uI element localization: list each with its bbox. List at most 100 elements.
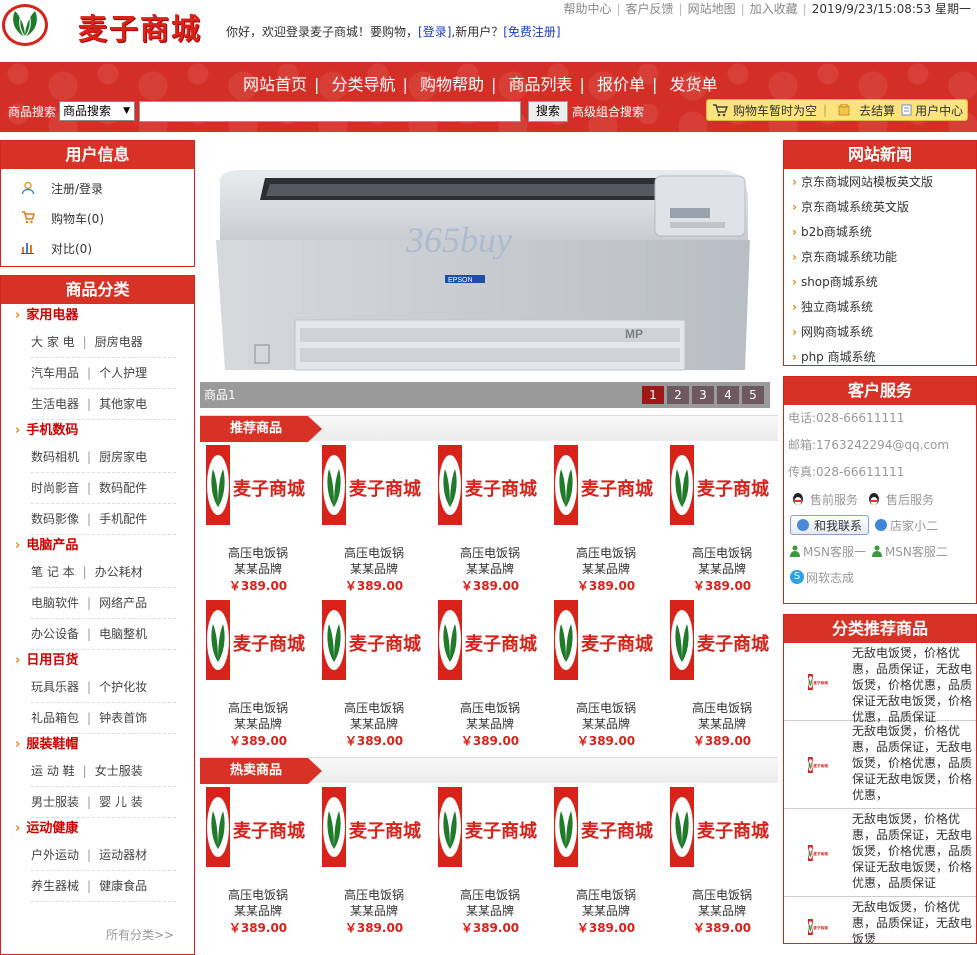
subcategory-link[interactable]: 笔 记 本 xyxy=(31,565,75,579)
product-image[interactable]: 麦子商城 xyxy=(206,600,306,680)
recommend-item-image[interactable]: 麦子商城 xyxy=(784,811,852,894)
subcategory-link[interactable]: 办公设备 xyxy=(31,627,79,641)
product-card[interactable]: 麦子商城 高压电饭锅 某某品牌 ￥389.00 xyxy=(664,596,780,751)
product-name[interactable]: 高压电饭锅 xyxy=(548,887,664,903)
product-name[interactable]: 高压电饭锅 xyxy=(200,700,316,716)
contact-me-button[interactable]: 和我联系 xyxy=(790,515,870,535)
recommend-item-text[interactable]: 无敌电饭煲，价格优惠，品质保证，无敌电饭煲，价格优惠，品质保证无敌电饭煲，价格优… xyxy=(852,811,976,894)
subcategory-link[interactable]: 运 动 鞋 xyxy=(31,764,75,778)
msn-service-1-link[interactable]: MSN客服一 xyxy=(803,543,866,560)
nav-home[interactable]: 网站首页 xyxy=(236,75,314,94)
aftersale-link[interactable]: 售后服务 xyxy=(886,491,934,508)
login-register-item[interactable]: 注册/登录 xyxy=(1,173,194,203)
product-image[interactable]: 麦子商城 xyxy=(670,787,770,867)
product-card[interactable]: 麦子商城 高压电饭锅 某某品牌 ￥389.00 xyxy=(316,441,432,596)
banner-page-3[interactable]: 3 xyxy=(692,386,714,404)
product-name[interactable]: 高压电饭锅 xyxy=(664,545,780,561)
logo-text[interactable]: 麦子商城 xyxy=(78,6,202,48)
product-image[interactable]: 麦子商城 xyxy=(438,600,538,680)
subcategory-link[interactable]: 大 家 电 xyxy=(31,335,75,349)
logo-icon[interactable] xyxy=(2,4,48,46)
product-name[interactable]: 高压电饭锅 xyxy=(548,545,664,561)
product-card[interactable]: 麦子商城 高压电饭锅 某某品牌 ￥389.00 xyxy=(548,441,664,596)
subcategory-link[interactable]: 礼品箱包 xyxy=(31,711,79,725)
product-name[interactable]: 高压电饭锅 xyxy=(432,887,548,903)
recommend-item[interactable]: 麦子商城 无敌电饭煲，价格优惠，品质保证，无敌电饭煲 xyxy=(784,897,976,943)
recommend-item-image[interactable]: 麦子商城 xyxy=(784,645,852,718)
help-center-link[interactable]: 帮助中心 xyxy=(563,2,611,16)
news-item[interactable]: › 独立商城系统 xyxy=(784,295,976,320)
product-card[interactable]: 麦子商城 高压电饭锅 某某品牌 ￥389.00 xyxy=(548,783,664,938)
shop-assistant-link[interactable]: 店家小二 xyxy=(890,517,938,534)
subcategory-link[interactable]: 玩具乐器 xyxy=(31,680,79,694)
compare-item[interactable]: 对比(0) xyxy=(1,233,194,263)
product-name[interactable]: 高压电饭锅 xyxy=(200,887,316,903)
product-image[interactable]: 麦子商城 xyxy=(322,787,422,867)
product-name[interactable]: 高压电饭锅 xyxy=(316,887,432,903)
subcategory-link[interactable]: 个护化妆 xyxy=(99,680,147,694)
product-card[interactable]: 麦子商城 高压电饭锅 某某品牌 ￥389.00 xyxy=(316,783,432,938)
product-card[interactable]: 麦子商城 高压电饭锅 某某品牌 ￥389.00 xyxy=(432,783,548,938)
product-card[interactable]: 麦子商城 高压电饭锅 某某品牌 ￥389.00 xyxy=(316,596,432,751)
product-card[interactable]: 麦子商城 高压电饭锅 某某品牌 ￥389.00 xyxy=(548,596,664,751)
product-image[interactable]: 麦子商城 xyxy=(670,600,770,680)
subcategory-link[interactable]: 女士服装 xyxy=(95,764,143,778)
banner-page-2[interactable]: 2 xyxy=(667,386,689,404)
news-item[interactable]: › b2b商城系统 xyxy=(784,220,976,245)
product-image[interactable]: 麦子商城 xyxy=(322,445,422,525)
sitemap-link[interactable]: 网站地图 xyxy=(688,2,736,16)
cart-item[interactable]: 购物车(0) xyxy=(1,203,194,233)
nav-quote[interactable]: 报价单 xyxy=(590,75,652,94)
all-categories-link[interactable]: 所有分类>> xyxy=(106,926,174,943)
recommend-item-text[interactable]: 无敌电饭煲，价格优惠，品质保证，无敌电饭煲 xyxy=(852,899,976,943)
subcategory-link[interactable]: 男士服装 xyxy=(31,795,79,809)
subcategory-link[interactable]: 数码相机 xyxy=(31,450,79,464)
login-link[interactable]: [登录] xyxy=(418,25,451,39)
news-item[interactable]: › 网购商城系统 xyxy=(784,320,976,345)
recommend-item[interactable]: 麦子商城 无敌电饭煲，价格优惠，品质保证，无敌电饭煲，价格优惠，品质保证无敌电饭煲… xyxy=(784,643,976,724)
category-heading[interactable]: › 服装鞋帽 xyxy=(1,734,194,756)
product-name[interactable]: 高压电饭锅 xyxy=(316,545,432,561)
checkout-link[interactable]: 去结算 xyxy=(859,102,895,119)
subcategory-link[interactable]: 婴 儿 装 xyxy=(99,795,143,809)
product-card[interactable]: 麦子商城 高压电饭锅 某某品牌 ￥389.00 xyxy=(432,441,548,596)
product-image[interactable]: 麦子商城 xyxy=(206,787,306,867)
banner-page-1[interactable]: 1 xyxy=(642,386,664,404)
product-name[interactable]: 高压电饭锅 xyxy=(316,700,432,716)
banner-page-4[interactable]: 4 xyxy=(717,386,739,404)
product-image[interactable]: 麦子商城 xyxy=(554,445,654,525)
recommend-item-image[interactable]: 麦子商城 xyxy=(784,899,852,943)
news-item[interactable]: › 京东商城系统英文版 xyxy=(784,195,976,220)
product-image[interactable]: 麦子商城 xyxy=(438,445,538,525)
product-card[interactable]: 麦子商城 高压电饭锅 某某品牌 ￥389.00 xyxy=(664,441,780,596)
subcategory-link[interactable]: 电脑软件 xyxy=(31,596,79,610)
product-image[interactable]: 麦子商城 xyxy=(670,445,770,525)
news-item[interactable]: › php 商城系统 xyxy=(784,345,976,370)
nav-category[interactable]: 分类导航 xyxy=(325,75,403,94)
subcategory-link[interactable]: 健康食品 xyxy=(99,879,147,893)
banner-image[interactable]: 365buy EPSON MP xyxy=(200,140,770,380)
news-item[interactable]: › shop商城系统 xyxy=(784,270,976,295)
product-name[interactable]: 高压电饭锅 xyxy=(548,700,664,716)
subcategory-link[interactable]: 养生器械 xyxy=(31,879,79,893)
subcategory-link[interactable]: 手机配件 xyxy=(99,512,147,526)
nav-help[interactable]: 购物帮助 xyxy=(413,75,491,94)
subcategory-link[interactable]: 钟表首饰 xyxy=(99,711,147,725)
cart-status[interactable]: 购物车暂时为空 xyxy=(733,102,817,119)
subcategory-link[interactable]: 个人护理 xyxy=(99,366,147,380)
product-card[interactable]: 麦子商城 高压电饭锅 某某品牌 ￥389.00 xyxy=(200,441,316,596)
product-image[interactable]: 麦子商城 xyxy=(554,787,654,867)
product-name[interactable]: 高压电饭锅 xyxy=(432,700,548,716)
nav-product-list[interactable]: 商品列表 xyxy=(502,75,580,94)
product-card[interactable]: 麦子商城 高压电饭锅 某某品牌 ￥389.00 xyxy=(432,596,548,751)
product-image[interactable]: 麦子商城 xyxy=(322,600,422,680)
product-name[interactable]: 高压电饭锅 xyxy=(664,700,780,716)
presale-link[interactable]: 售前服务 xyxy=(810,491,858,508)
subcategory-link[interactable]: 网络产品 xyxy=(99,596,147,610)
category-heading[interactable]: › 电脑产品 xyxy=(1,535,194,557)
recommend-item-text[interactable]: 无敌电饭煲，价格优惠，品质保证，无敌电饭煲，价格优惠，品质保证无敌电饭煲，价格优… xyxy=(852,645,976,724)
subcategory-link[interactable]: 电脑整机 xyxy=(99,627,147,641)
subcategory-link[interactable]: 厨房电器 xyxy=(95,335,143,349)
nav-shipping[interactable]: 发货单 xyxy=(663,75,725,94)
search-input[interactable] xyxy=(139,100,522,122)
